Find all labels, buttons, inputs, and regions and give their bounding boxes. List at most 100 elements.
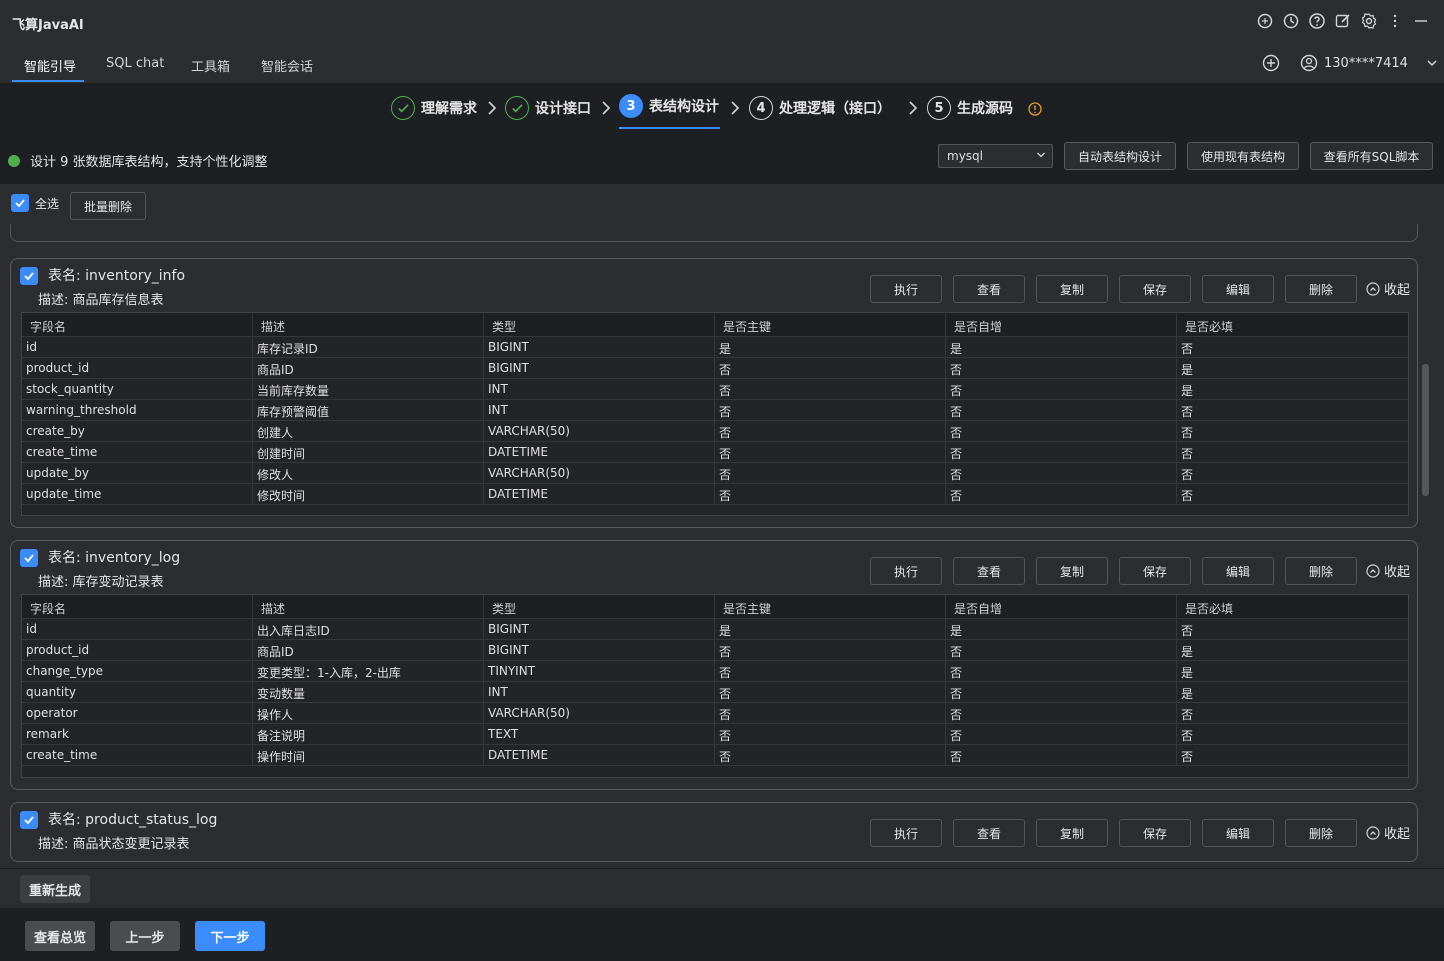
regenerate-button[interactable]: 重新生成 bbox=[20, 875, 90, 903]
add-icon[interactable] bbox=[1261, 53, 1281, 73]
select-all-checkbox[interactable] bbox=[11, 194, 29, 212]
table-cell: 商品ID bbox=[253, 358, 484, 378]
collapse-toggle[interactable]: 收起 bbox=[1366, 561, 1410, 580]
chevron-down-icon bbox=[1427, 60, 1437, 67]
table-cell: 否 bbox=[946, 682, 1177, 702]
table-cell: 否 bbox=[946, 640, 1177, 660]
edit-icon[interactable] bbox=[1333, 11, 1353, 31]
column-header: 字段名 bbox=[22, 595, 253, 618]
copy-button[interactable]: 复制 bbox=[1036, 819, 1108, 847]
table-row[interactable]: create_time 操作时间 DATETIME 否否否 bbox=[22, 745, 1408, 766]
table-row[interactable]: change_type 变更类型：1-入库，2-出库 TINYINT 否否是 bbox=[22, 661, 1408, 682]
collapse-toggle[interactable]: 收起 bbox=[1366, 823, 1410, 842]
regenerate-bar: 重新生成 bbox=[0, 868, 1444, 908]
more-icon[interactable] bbox=[1385, 11, 1405, 31]
use-existing-button[interactable]: 使用现有表结构 bbox=[1187, 142, 1299, 170]
history-icon[interactable] bbox=[1281, 11, 1301, 31]
table-row[interactable]: stock_quantity 当前库存数量 INT 否否是 bbox=[22, 379, 1408, 400]
delete-button[interactable]: 删除 bbox=[1285, 275, 1357, 303]
delete-button[interactable]: 删除 bbox=[1285, 557, 1357, 585]
edit-button[interactable]: 编辑 bbox=[1202, 819, 1274, 847]
prev-step-button[interactable]: 上一步 bbox=[110, 921, 180, 951]
help-icon[interactable] bbox=[1307, 11, 1327, 31]
table-row[interactable]: id 出入库日志ID BIGINT 是是否 bbox=[22, 619, 1408, 640]
brain-icon[interactable] bbox=[1255, 11, 1275, 31]
collapse-icon bbox=[1366, 825, 1380, 840]
step-5[interactable]: 5 生成源码 bbox=[927, 96, 1013, 120]
execute-button[interactable]: 执行 bbox=[870, 557, 942, 585]
table-checkbox[interactable] bbox=[20, 267, 38, 285]
collapse-icon bbox=[1366, 563, 1380, 578]
step-label: 设计接口 bbox=[535, 101, 591, 117]
table-cell: 当前库存数量 bbox=[253, 379, 484, 399]
view-all-sql-button[interactable]: 查看所有SQL脚本 bbox=[1310, 142, 1433, 170]
save-button[interactable]: 保存 bbox=[1119, 819, 1191, 847]
minimize-icon[interactable] bbox=[1411, 11, 1431, 31]
tab-sql-chat[interactable]: SQL chat bbox=[106, 56, 164, 71]
tab-smart-guide[interactable]: 智能引导 bbox=[24, 56, 76, 75]
scrollbar-thumb[interactable] bbox=[1422, 364, 1429, 496]
table-cell: quantity bbox=[22, 682, 253, 702]
step-2[interactable]: 设计接口 bbox=[505, 96, 591, 120]
collapse-icon bbox=[1366, 281, 1380, 296]
step-1[interactable]: 理解需求 bbox=[391, 96, 477, 120]
tab-toolbox[interactable]: 工具箱 bbox=[191, 56, 230, 75]
user-menu[interactable]: 130****7414 bbox=[1300, 54, 1438, 72]
save-button[interactable]: 保存 bbox=[1119, 275, 1191, 303]
table-cell: 创建人 bbox=[253, 421, 484, 441]
table-cell: 否 bbox=[715, 358, 946, 378]
table-cell: INT bbox=[484, 400, 715, 420]
view-button[interactable]: 查看 bbox=[953, 819, 1025, 847]
execute-button[interactable]: 执行 bbox=[870, 819, 942, 847]
table-cell: 否 bbox=[1181, 708, 1194, 722]
table-row[interactable]: warning_threshold 库存预警阈值 INT 否否否 bbox=[22, 400, 1408, 421]
settings-icon[interactable] bbox=[1359, 11, 1379, 31]
table-row[interactable]: operator 操作人 VARCHAR(50) 否否否 bbox=[22, 703, 1408, 724]
table-cell: VARCHAR(50) bbox=[484, 703, 715, 723]
table-row[interactable]: update_time 修改时间 DATETIME 否否否 bbox=[22, 484, 1408, 505]
copy-button[interactable]: 复制 bbox=[1036, 557, 1108, 585]
table-row[interactable]: quantity 变动数量 INT 否否是 bbox=[22, 682, 1408, 703]
table-cell: 否 bbox=[1181, 624, 1194, 638]
copy-button[interactable]: 复制 bbox=[1036, 275, 1108, 303]
table-row[interactable]: id 库存记录ID BIGINT 是是否 bbox=[22, 337, 1408, 358]
step-4[interactable]: 4 处理逻辑（接口） bbox=[749, 96, 891, 120]
save-button[interactable]: 保存 bbox=[1119, 557, 1191, 585]
next-step-button[interactable]: 下一步 bbox=[195, 921, 265, 951]
table-row[interactable]: create_by 创建人 VARCHAR(50) 否否否 bbox=[22, 421, 1408, 442]
table-cell: DATETIME bbox=[484, 484, 715, 504]
table-row[interactable]: update_by 修改人 VARCHAR(50) 否否否 bbox=[22, 463, 1408, 484]
db-type-select[interactable]: mysql bbox=[938, 144, 1053, 168]
table-checkbox[interactable] bbox=[20, 811, 38, 829]
auto-design-button[interactable]: 自动表结构设计 bbox=[1064, 142, 1176, 170]
field-table: 字段名 描述 类型 是否主键 是否自增 是否必填 id 出入库日志ID BIGINT 是是否 pro… bbox=[21, 594, 1409, 778]
view-button[interactable]: 查看 bbox=[953, 557, 1025, 585]
table-cell: 否 bbox=[1181, 342, 1194, 356]
step-3[interactable]: 3 表结构设计 bbox=[619, 94, 719, 118]
table-row[interactable]: create_time 创建时间 DATETIME 否否否 bbox=[22, 442, 1408, 463]
delete-button[interactable]: 删除 bbox=[1285, 819, 1357, 847]
table-cell: 是 bbox=[1181, 363, 1194, 377]
table-row[interactable]: product_id 商品ID BIGINT 否否是 bbox=[22, 640, 1408, 661]
table-cell: 是 bbox=[715, 619, 946, 639]
overview-button[interactable]: 查看总览 bbox=[25, 921, 95, 951]
table-row[interactable]: remark 备注说明 TEXT 否否否 bbox=[22, 724, 1408, 745]
table-checkbox[interactable] bbox=[20, 549, 38, 567]
table-cell: 否 bbox=[715, 421, 946, 441]
table-cell: 否 bbox=[946, 463, 1177, 483]
execute-button[interactable]: 执行 bbox=[870, 275, 942, 303]
view-button[interactable]: 查看 bbox=[953, 275, 1025, 303]
table-row[interactable]: product_id 商品ID BIGINT 否否是 bbox=[22, 358, 1408, 379]
table-cell: 否 bbox=[715, 484, 946, 504]
collapse-toggle[interactable]: 收起 bbox=[1366, 279, 1410, 298]
batch-delete-button[interactable]: 批量删除 bbox=[70, 192, 146, 220]
table-cell: 是 bbox=[1181, 645, 1194, 659]
warning-icon[interactable] bbox=[1028, 102, 1042, 116]
select-all[interactable]: 全选 bbox=[11, 194, 59, 212]
table-cell: TEXT bbox=[484, 724, 715, 744]
edit-button[interactable]: 编辑 bbox=[1202, 557, 1274, 585]
column-header: 类型 bbox=[484, 313, 715, 336]
tab-smart-chat[interactable]: 智能会话 bbox=[261, 56, 313, 75]
edit-button[interactable]: 编辑 bbox=[1202, 275, 1274, 303]
title-bar: 飞算JavaAI bbox=[0, 0, 1444, 42]
